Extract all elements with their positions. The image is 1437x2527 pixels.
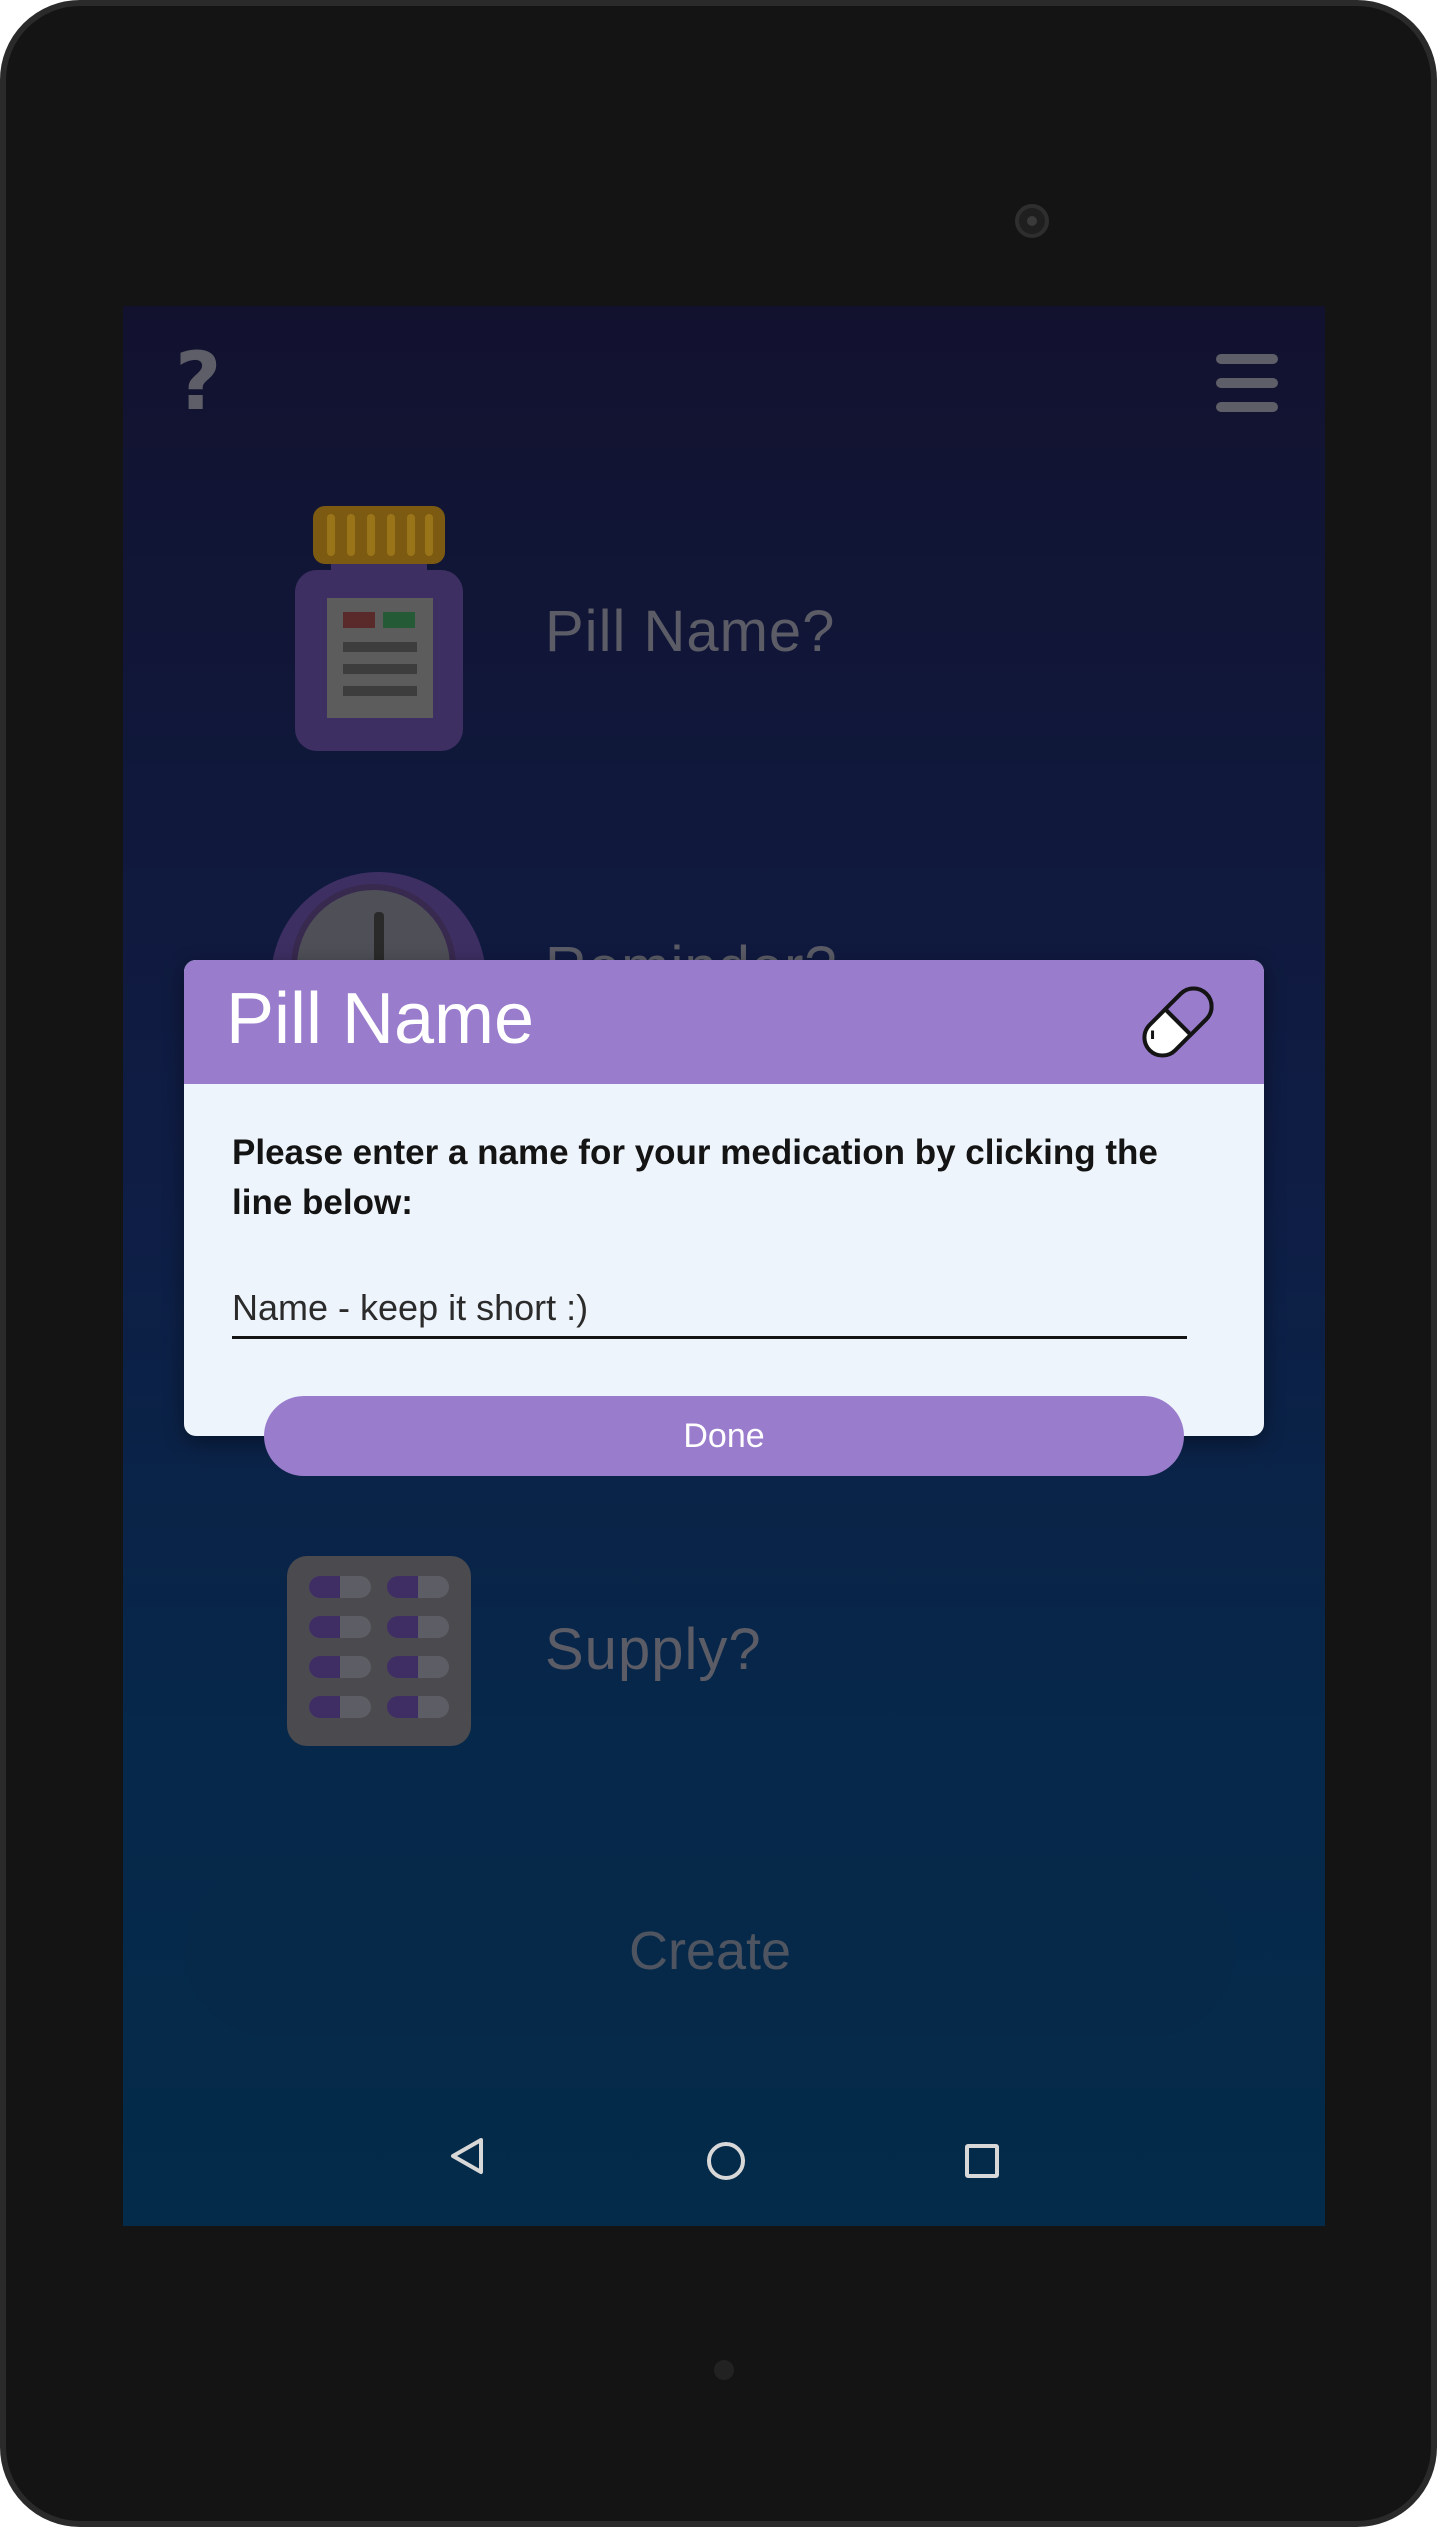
- dialog-header: Pill Name: [184, 960, 1264, 1084]
- front-camera: [1015, 204, 1049, 238]
- create-button[interactable]: Create: [185, 1866, 1235, 2036]
- help-icon[interactable]: ?: [175, 342, 221, 422]
- dialog-instructions: Please enter a name for your medication …: [232, 1133, 1158, 1222]
- pill-name-dialog: Pill Name Please enter a name for your m…: [184, 960, 1264, 1436]
- done-button[interactable]: Done: [264, 1396, 1184, 1476]
- speaker-dot: [714, 2360, 734, 2380]
- supply-row-label[interactable]: Supply?: [545, 1616, 762, 1683]
- tablet-frame: ? Pill Name? Reminder?: [0, 0, 1437, 2527]
- back-icon[interactable]: [449, 2136, 485, 2180]
- recent-apps-icon[interactable]: [965, 2144, 999, 2178]
- pill-bottle-icon[interactable]: [295, 506, 463, 751]
- pill-name-input[interactable]: [232, 1280, 1187, 1339]
- capsule-icon: [1132, 976, 1224, 1072]
- hamburger-menu-icon[interactable]: [1216, 354, 1278, 416]
- dialog-title: Pill Name: [226, 979, 535, 1059]
- android-navigation-bar: [123, 2136, 1325, 2216]
- pill-name-row-label[interactable]: Pill Name?: [545, 598, 835, 665]
- blister-pack-icon[interactable]: [287, 1556, 471, 1746]
- home-icon[interactable]: [707, 2142, 745, 2180]
